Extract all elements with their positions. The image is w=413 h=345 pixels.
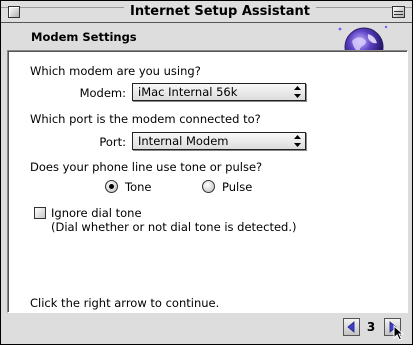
tone-label[interactable]: Tone	[125, 180, 151, 194]
ignore-dial-tone-note: (Dial whether or not dial tone is detect…	[51, 220, 297, 234]
previous-page-button[interactable]	[343, 318, 360, 336]
modem-popup[interactable]: iMac Internal 56k	[132, 83, 306, 101]
assistant-window: Internet Setup Assistant Modem Settings	[0, 0, 413, 345]
ignore-dial-tone-label[interactable]: Ignore dial tone	[51, 206, 142, 220]
title-bar[interactable]: Internet Setup Assistant	[1, 1, 412, 23]
port-popup-value: Internal Modem	[138, 134, 229, 148]
dial-question: Does your phone line use tone or pulse?	[30, 160, 263, 174]
port-question: Which port is the modem connected to?	[30, 112, 261, 126]
section-title: Modem Settings	[31, 30, 137, 44]
tone-radio[interactable]	[105, 180, 118, 193]
port-label: Port:	[99, 135, 126, 149]
close-box-icon[interactable]	[8, 6, 20, 18]
modem-question: Which modem are you using?	[30, 64, 201, 78]
ignore-dial-tone-checkbox[interactable]	[34, 207, 46, 219]
instructions-text: Click the right arrow to continue.	[30, 296, 220, 310]
pulse-label[interactable]: Pulse	[222, 180, 252, 194]
popup-arrows-icon	[294, 86, 301, 98]
left-arrow-icon	[347, 321, 355, 333]
mouse-cursor-icon	[393, 325, 405, 341]
collapse-box-icon[interactable]	[392, 6, 405, 18]
page-number: 3	[366, 320, 376, 334]
modem-label: Modem:	[79, 86, 126, 100]
footer-bar: 3	[1, 313, 412, 344]
popup-arrows-icon	[294, 135, 301, 147]
main-panel: Which modem are you using? Modem: iMac I…	[7, 50, 408, 313]
modem-popup-value: iMac Internal 56k	[138, 85, 238, 99]
window-title: Internet Setup Assistant	[124, 3, 317, 21]
pulse-radio[interactable]	[202, 180, 215, 193]
port-popup[interactable]: Internal Modem	[132, 132, 306, 150]
